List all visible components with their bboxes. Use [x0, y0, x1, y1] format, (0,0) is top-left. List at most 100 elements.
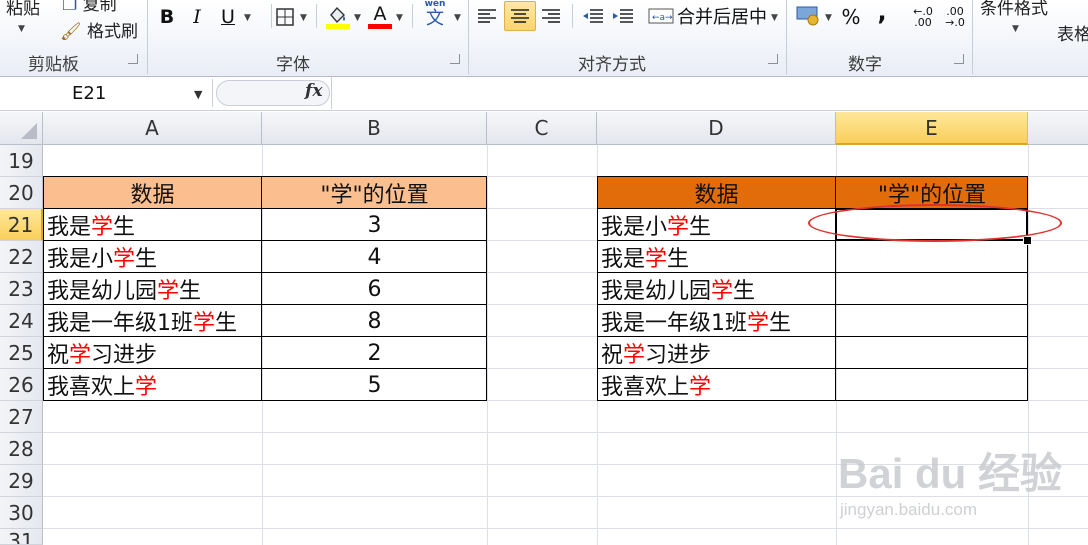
cell-a21[interactable]: 我是学生: [43, 209, 262, 241]
cell-b26[interactable]: 5: [262, 369, 487, 401]
merge-dropdown-icon[interactable]: ▼: [771, 13, 778, 23]
cell-d24[interactable]: 我是一年级1班学生: [597, 305, 836, 337]
number-launcher-icon[interactable]: [954, 54, 964, 64]
column-header-a[interactable]: A: [43, 112, 262, 145]
column-header-c[interactable]: C: [487, 112, 597, 145]
paste-dropdown-icon[interactable]: ▼: [18, 24, 25, 34]
table-border: [43, 368, 487, 369]
row-header-22[interactable]: 22: [0, 241, 43, 273]
cell-a23[interactable]: 我是幼儿园学生: [43, 273, 262, 305]
name-box[interactable]: E21 ▼: [0, 79, 213, 107]
cell-b21[interactable]: 3: [262, 209, 487, 241]
merge-center-button[interactable]: ←a→ 合并后居中: [648, 2, 778, 30]
row-header-30[interactable]: 30: [0, 497, 43, 529]
cell-b24[interactable]: 8: [262, 305, 487, 337]
align-left-icon: [478, 9, 496, 23]
row-header-21[interactable]: 21: [0, 209, 43, 241]
cell-b22[interactable]: 4: [262, 241, 487, 273]
comma-style-button[interactable]: ,: [872, 0, 892, 26]
row-header-28[interactable]: 28: [0, 433, 43, 465]
column-header-f[interactable]: [1028, 112, 1088, 145]
cell-b23[interactable]: 6: [262, 273, 487, 305]
phonetic-dropdown-icon[interactable]: ▼: [454, 13, 461, 23]
phonetic-button[interactable]: wén 文: [420, 0, 450, 28]
decrease-indent-button[interactable]: [580, 2, 606, 30]
decrease-indent-icon: [583, 9, 603, 23]
clipboard-launcher-icon[interactable]: [128, 54, 138, 64]
cell-a26[interactable]: 我喜欢上学: [43, 369, 262, 401]
text-part: 祝: [601, 343, 624, 368]
row-header-23[interactable]: 23: [0, 273, 43, 305]
cell-a20[interactable]: 数据: [43, 177, 262, 209]
name-box-dropdown-icon[interactable]: ▼: [194, 88, 202, 101]
table-border: [43, 208, 487, 209]
column-header-b[interactable]: B: [262, 112, 487, 145]
alignment-launcher-icon[interactable]: [768, 54, 778, 64]
formula-input[interactable]: [331, 77, 1088, 109]
cell-d23[interactable]: 我是幼儿园学生: [597, 273, 836, 305]
baidu-watermark-url: jingyan.baidu.com: [840, 500, 978, 519]
row-header-29[interactable]: 29: [0, 465, 43, 497]
increase-indent-button[interactable]: [610, 2, 636, 30]
bold-button[interactable]: B: [156, 3, 178, 31]
table-format-button[interactable]: 表格: [1057, 20, 1088, 45]
cell-a25[interactable]: 祝学习进步: [43, 337, 262, 369]
cell-a24[interactable]: 我是一年级1班学生: [43, 305, 262, 337]
copy-icon: ❐: [62, 0, 78, 15]
cell-e23[interactable]: [836, 273, 1028, 305]
row-header-26[interactable]: 26: [0, 369, 43, 401]
text-part: 习进步: [645, 343, 712, 368]
fill-color-dropdown-icon[interactable]: ▼: [354, 13, 361, 23]
align-center-button[interactable]: [504, 1, 536, 31]
cell-e22[interactable]: [836, 241, 1028, 273]
copy-button[interactable]: ❐ 复制: [62, 0, 117, 15]
highlight-char: 学: [645, 247, 668, 272]
cell-e25[interactable]: [836, 337, 1028, 369]
row-header-19[interactable]: 19: [0, 145, 43, 177]
brush-icon: 🖌: [60, 22, 82, 42]
percent-button[interactable]: %: [838, 3, 864, 31]
insert-function-icon[interactable]: fx: [305, 81, 322, 101]
underline-button[interactable]: U: [216, 3, 240, 31]
underline-dropdown-icon[interactable]: ▼: [244, 13, 251, 23]
row-header-20[interactable]: 20: [0, 177, 43, 209]
cell-e26[interactable]: [836, 369, 1028, 401]
align-right-button[interactable]: [538, 2, 564, 30]
accounting-format-button[interactable]: [794, 1, 824, 29]
cell-d22[interactable]: 我是学生: [597, 241, 836, 273]
highlight-char: 学: [113, 247, 136, 272]
row-header-24[interactable]: 24: [0, 305, 43, 337]
decrease-decimal-button[interactable]: .00 →.0: [942, 3, 968, 31]
cell-b25[interactable]: 2: [262, 337, 487, 369]
italic-button[interactable]: I: [186, 3, 208, 31]
row-header-31[interactable]: 31: [0, 529, 43, 545]
text-part: 生: [733, 279, 756, 304]
cell-d21[interactable]: 我是小学生: [597, 209, 836, 241]
select-all-corner[interactable]: [0, 112, 43, 145]
fill-handle[interactable]: [1023, 236, 1032, 245]
borders-button[interactable]: [274, 3, 296, 31]
column-header-d[interactable]: D: [597, 112, 836, 145]
increase-decimal-button[interactable]: ←.0.00: [910, 3, 936, 31]
row-header-27[interactable]: 27: [0, 401, 43, 433]
column-header-e[interactable]: E: [836, 112, 1028, 145]
cell-d25[interactable]: 祝学习进步: [597, 337, 836, 369]
paste-button[interactable]: 粘贴: [6, 0, 40, 19]
cell-a22[interactable]: 我是小学生: [43, 241, 262, 273]
cell-e24[interactable]: [836, 305, 1028, 337]
phonetic-char-icon: 文: [426, 8, 444, 29]
conditional-format-button[interactable]: 条件格式: [980, 0, 1048, 19]
cell-b20[interactable]: "学"的位置: [262, 177, 487, 209]
font-launcher-icon[interactable]: [450, 54, 460, 64]
conditional-format-dropdown-icon[interactable]: ▼: [1012, 24, 1019, 34]
group-divider: [468, 0, 469, 74]
cell-d26[interactable]: 我喜欢上学: [597, 369, 836, 401]
accounting-dropdown-icon[interactable]: ▼: [825, 13, 832, 23]
borders-dropdown-icon[interactable]: ▼: [300, 13, 307, 23]
table-border: [597, 368, 1028, 369]
row-header-25[interactable]: 25: [0, 337, 43, 369]
font-color-dropdown-icon[interactable]: ▼: [396, 13, 403, 23]
align-left-button[interactable]: [474, 2, 500, 30]
cell-d20[interactable]: 数据: [597, 177, 836, 209]
format-painter-button[interactable]: 🖌 格式刷: [60, 17, 138, 42]
